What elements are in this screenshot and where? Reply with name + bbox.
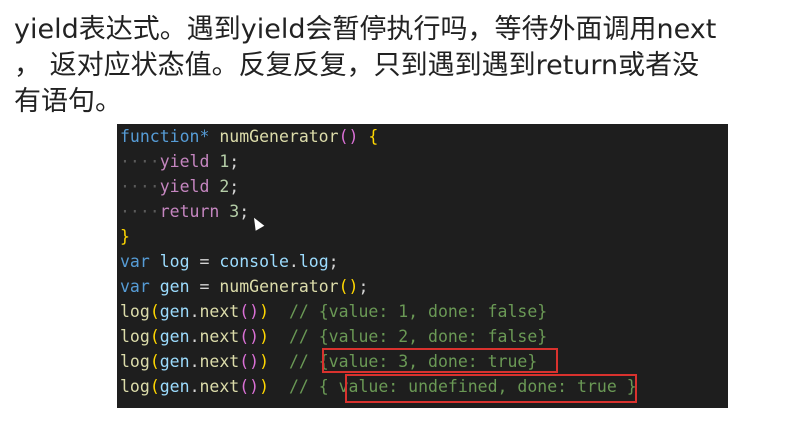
indent-guide: ···· (120, 202, 160, 221)
slide: yield表达式。遇到yield会暂停执行吗，等待外面调用next ， 返对应状… (0, 0, 806, 422)
object-token: gen (159, 377, 190, 396)
number-token: 1 (219, 152, 230, 171)
paren-token: ) (259, 302, 270, 321)
punctuation-token: ; (229, 152, 240, 171)
code-line-1: function* numGenerator() { (117, 124, 728, 149)
code-line-3: ····yield 2; (117, 174, 728, 199)
indent-guide: ···· (120, 177, 160, 196)
number-token: 3 (229, 202, 240, 221)
paren-token: ( (149, 327, 160, 346)
function-name-token: log (120, 352, 150, 371)
paren-token: () (239, 302, 260, 321)
keyword-token: yield (159, 177, 210, 196)
keyword-token: return (159, 202, 220, 221)
paren-token: ) (259, 352, 270, 371)
paren-token: ( (149, 352, 160, 371)
operator-token: = (199, 252, 210, 271)
heading-line-2: ， 返对应状态值。反复反复，只到遇到遇到return或者没 (14, 50, 700, 81)
object-token: gen (159, 327, 190, 346)
object-token: gen (159, 352, 190, 371)
code-line-2: ····yield 1; (117, 149, 728, 174)
heading-line-3: 有语句。 (14, 86, 122, 117)
function-name-token: numGenerator (219, 127, 339, 146)
punctuation-token: ; (328, 252, 339, 271)
punctuation-token: . (288, 252, 299, 271)
punctuation-token: . (189, 377, 200, 396)
keyword-token: var (120, 252, 150, 271)
function-name-token: log (120, 377, 150, 396)
keyword-token: function* (120, 127, 210, 146)
code-editor-panel: function* numGenerator() { ····yield 1; … (117, 124, 728, 408)
code-line-8: log(gen.next()) // {value: 1, done: fals… (117, 299, 728, 324)
property-token: log (298, 252, 329, 271)
object-token: gen (159, 302, 190, 321)
code-line-5: } (117, 224, 728, 249)
brace-token: } (120, 227, 130, 246)
keyword-token: yield (159, 152, 210, 171)
punctuation-token: . (189, 302, 200, 321)
keyword-token: var (120, 277, 150, 296)
variable-token: log (159, 252, 190, 271)
method-token: next (199, 352, 240, 371)
method-token: next (199, 327, 240, 346)
paren-token: () (338, 127, 359, 146)
paren-token: () (338, 277, 359, 296)
paren-token: ( (149, 377, 160, 396)
code-line-9: log(gen.next()) // {value: 2, done: fals… (117, 324, 728, 349)
function-name-token: log (120, 327, 150, 346)
object-token: console (219, 252, 289, 271)
function-name-token: numGenerator (219, 277, 339, 296)
method-token: next (199, 377, 240, 396)
number-token: 2 (219, 177, 230, 196)
code-line-7: var gen = numGenerator(); (117, 274, 728, 299)
annotation-box-result-3 (322, 348, 558, 373)
paren-token: ( (149, 302, 160, 321)
operator-token: = (199, 277, 210, 296)
slide-heading: yield表达式。遇到yield会暂停执行吗，等待外面调用next ， 返对应状… (14, 12, 794, 120)
paren-token: () (239, 377, 260, 396)
paren-token: () (239, 327, 260, 346)
punctuation-token: ; (358, 277, 369, 296)
function-name-token: log (120, 302, 150, 321)
paren-token: ) (259, 377, 270, 396)
paren-token: () (239, 352, 260, 371)
punctuation-token: ; (229, 177, 240, 196)
comment-token: // {value: 2, done: false} (288, 327, 548, 346)
heading-line-1: yield表达式。遇到yield会暂停执行吗，等待外面调用next (14, 14, 717, 45)
paren-token: ) (259, 327, 270, 346)
punctuation-token: . (189, 327, 200, 346)
annotation-box-result-4 (345, 374, 637, 403)
comment-token: // {value: 1, done: false} (288, 302, 548, 321)
indent-guide: ···· (120, 152, 160, 171)
brace-token: { (368, 127, 379, 146)
punctuation-token: . (189, 352, 200, 371)
method-token: next (199, 302, 240, 321)
code-line-6: var log = console.log; (117, 249, 728, 274)
punctuation-token: ; (239, 202, 250, 221)
variable-token: gen (159, 277, 190, 296)
code-line-4: ····return 3; (117, 199, 728, 224)
